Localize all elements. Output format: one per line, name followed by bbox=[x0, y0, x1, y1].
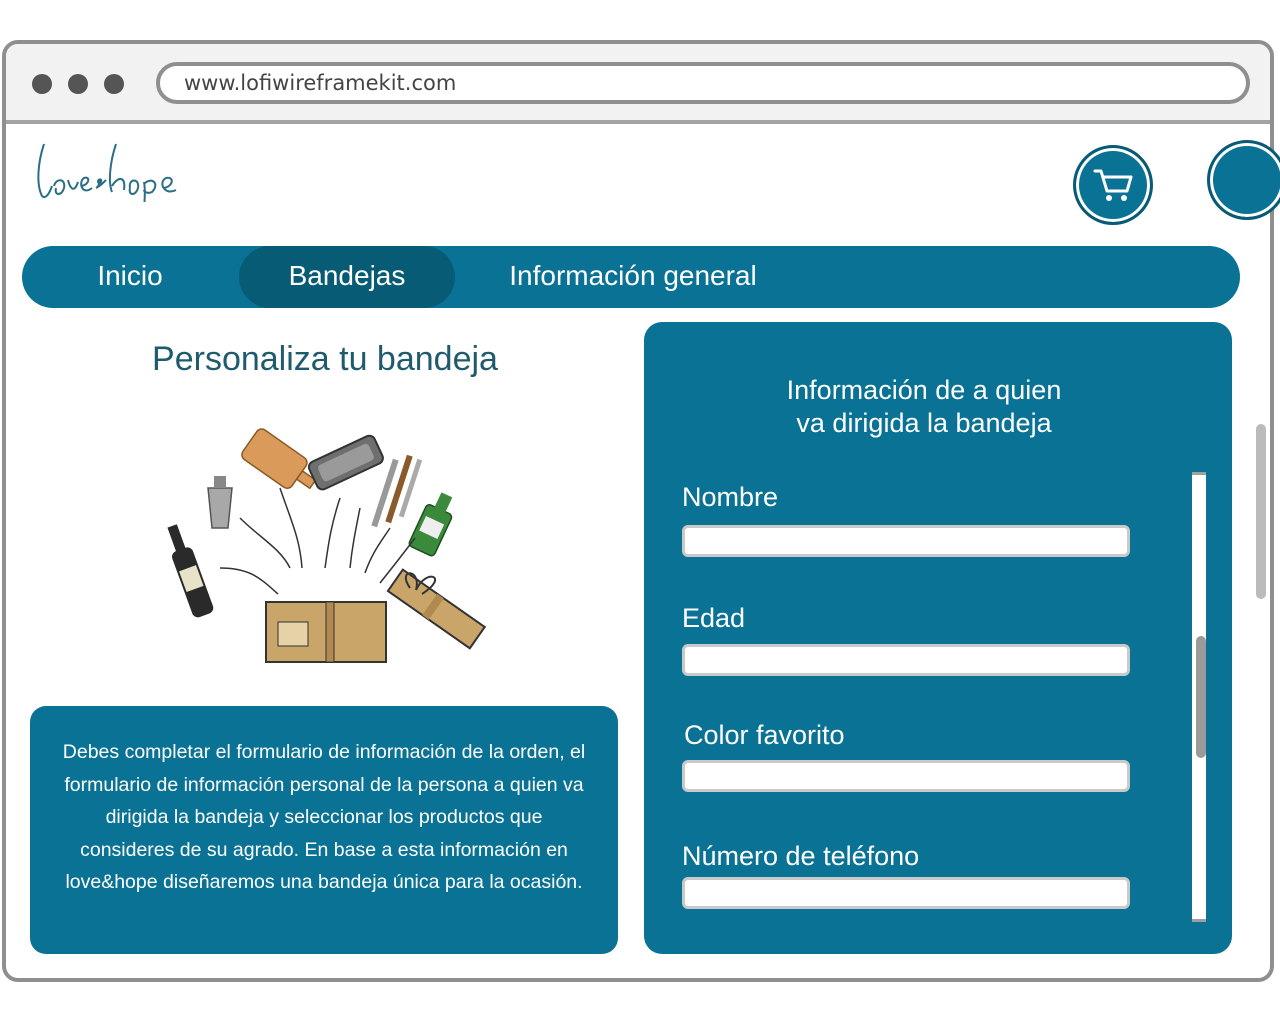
instructions-box: Debes completar el formulario de informa… bbox=[30, 706, 618, 954]
gift-tray-illustration bbox=[160, 418, 490, 678]
window-dot-icon[interactable] bbox=[32, 74, 52, 94]
numero-telefono-field[interactable] bbox=[682, 877, 1130, 909]
page-scrollbar-thumb[interactable] bbox=[1256, 424, 1266, 599]
liquor-bottle-icon bbox=[167, 524, 214, 618]
cart-button[interactable] bbox=[1073, 145, 1153, 225]
page-title: Personaliza tu bandeja bbox=[152, 340, 498, 378]
instructions-text: Debes completar el formulario de informa… bbox=[62, 741, 586, 893]
form-scrollbar-thumb[interactable] bbox=[1196, 636, 1206, 758]
main-nav: Inicio Bandejas Información general bbox=[22, 246, 1240, 308]
form-heading-line1: Información de a quien bbox=[786, 375, 1062, 405]
green-bottle-icon bbox=[408, 492, 453, 557]
cutlery-icon bbox=[371, 454, 423, 528]
cocktail-shaker-icon bbox=[207, 476, 233, 529]
color-favorito-field[interactable] bbox=[682, 760, 1130, 792]
address-bar[interactable]: www.lofiwireframekit.com bbox=[156, 62, 1250, 104]
numero-telefono-label: Número de teléfono bbox=[682, 841, 920, 871]
gift-box-icon bbox=[265, 568, 487, 663]
nombre-label: Nombre bbox=[682, 482, 779, 512]
edad-label: Edad bbox=[682, 603, 746, 633]
serving-tray-icon bbox=[307, 434, 384, 491]
cart-icon bbox=[1093, 169, 1133, 201]
logo-script-icon bbox=[37, 143, 177, 229]
form-heading: Información de a quien va dirigida la ba… bbox=[644, 374, 1204, 440]
profile-button[interactable] bbox=[1207, 140, 1280, 220]
nav-item-inicio[interactable]: Inicio bbox=[52, 246, 208, 308]
brand-logo[interactable] bbox=[30, 92, 230, 229]
edad-field[interactable] bbox=[682, 644, 1130, 676]
nombre-field[interactable] bbox=[682, 525, 1130, 557]
recipient-form-panel: Información de a quien va dirigida la ba… bbox=[644, 322, 1232, 954]
nav-item-bandejas[interactable]: Bandejas bbox=[239, 246, 455, 308]
window-dot-icon[interactable] bbox=[104, 74, 124, 94]
window-dot-icon[interactable] bbox=[68, 74, 88, 94]
color-favorito-label: Color favorito bbox=[684, 720, 845, 750]
nav-item-informacion-general[interactable]: Información general bbox=[492, 246, 774, 308]
form-heading-line2: va dirigida la bandeja bbox=[796, 408, 1052, 438]
